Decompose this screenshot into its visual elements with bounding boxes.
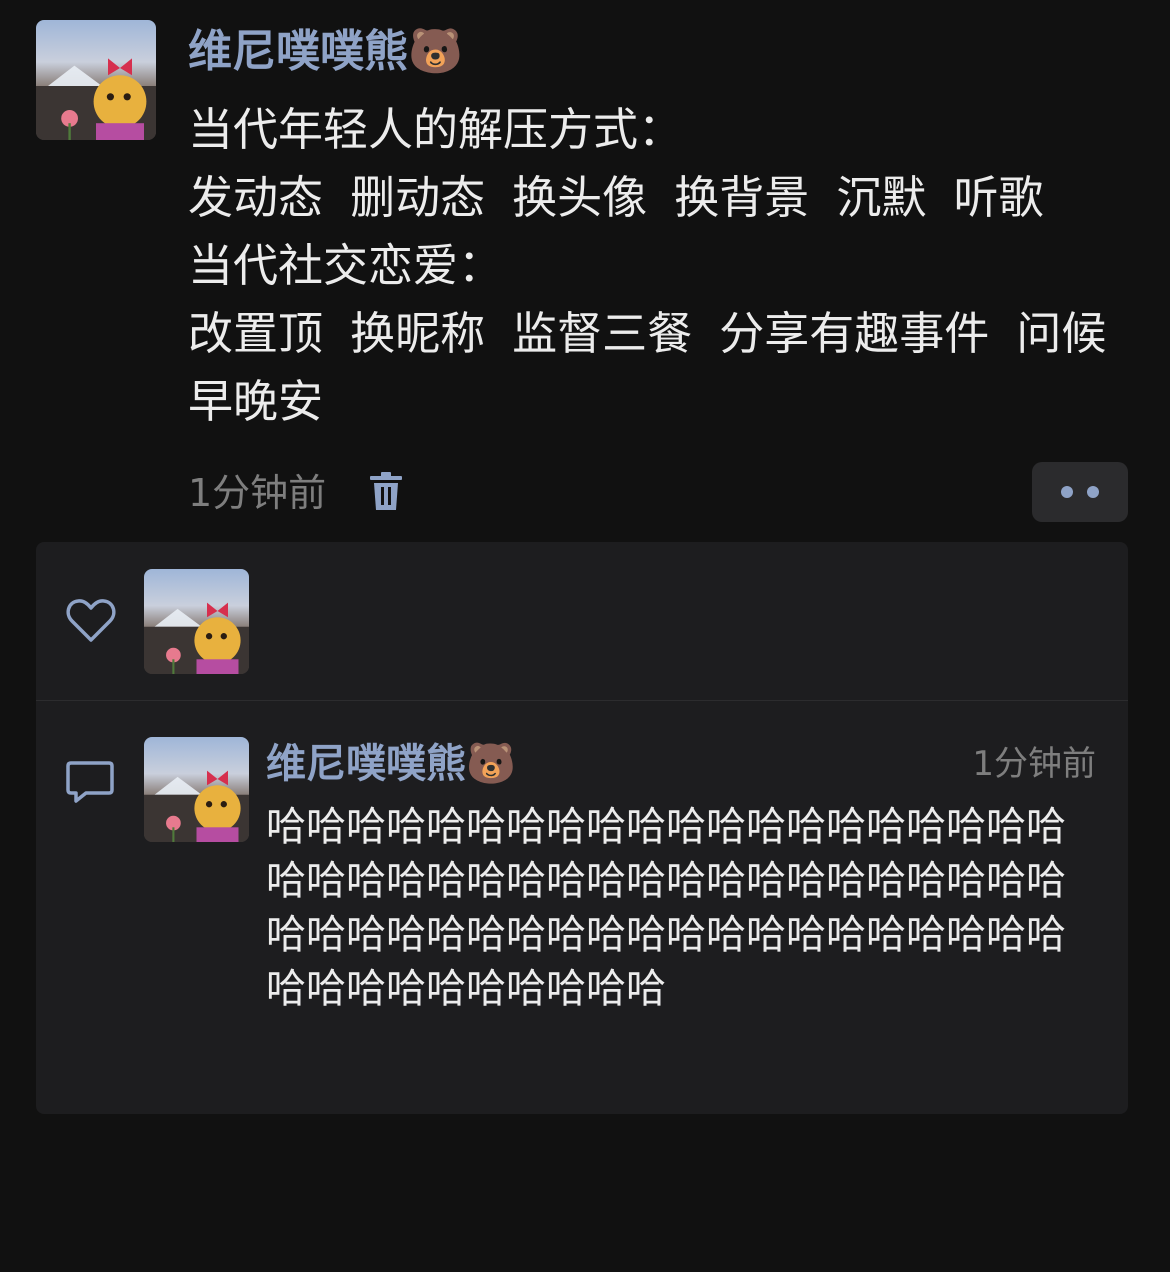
more-button[interactable] bbox=[1032, 462, 1128, 522]
comment-timestamp: 1分钟前 bbox=[972, 744, 1096, 784]
comment-bubble-icon bbox=[66, 761, 114, 803]
trash-icon[interactable] bbox=[368, 472, 404, 512]
panel-divider bbox=[36, 700, 1128, 701]
more-dots-icon bbox=[1087, 486, 1099, 498]
post-content: 当代年轻人的解压方式： 发动态 删动态 换头像 换背景 沉默 听歌 当代社交恋爱… bbox=[188, 103, 1107, 428]
comment-content[interactable]: 哈哈哈哈哈哈哈哈哈哈哈哈哈哈哈哈哈哈哈哈哈哈哈哈哈哈哈哈哈哈哈哈哈哈哈哈哈哈哈哈… bbox=[266, 800, 1101, 1016]
post-timestamp: 1分钟前 bbox=[188, 471, 327, 515]
liker-avatar[interactable] bbox=[144, 569, 249, 674]
avatar-image bbox=[144, 770, 249, 842]
more-dots-icon bbox=[1061, 486, 1073, 498]
post-author-avatar[interactable] bbox=[36, 20, 156, 140]
comment-author-name[interactable]: 维尼噗噗熊🐻 bbox=[266, 738, 516, 790]
commenter-avatar[interactable] bbox=[144, 737, 249, 842]
post-author-name[interactable]: 维尼噗噗熊🐻 bbox=[188, 22, 463, 82]
heart-outline-icon bbox=[66, 599, 116, 642]
avatar-image bbox=[36, 58, 156, 140]
avatar-image bbox=[144, 602, 249, 674]
